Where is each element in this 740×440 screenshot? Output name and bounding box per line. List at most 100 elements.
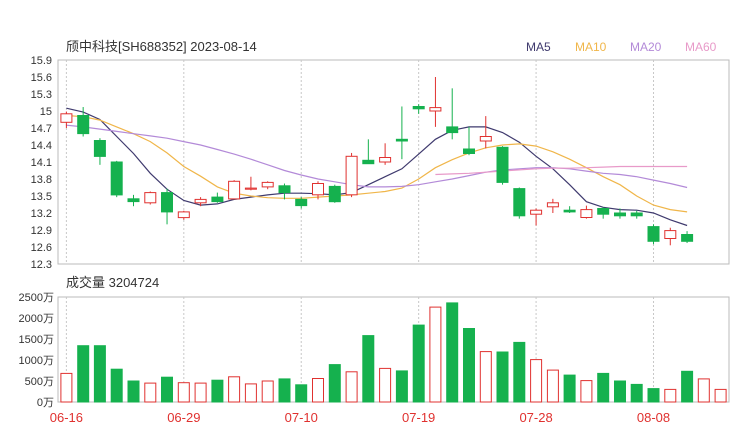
candle-body bbox=[278, 185, 291, 194]
volume-bar bbox=[463, 328, 475, 403]
ma20-line bbox=[66, 124, 688, 189]
price-tick-label: 12.9 bbox=[31, 225, 52, 237]
legend-ma60: MA60 bbox=[685, 40, 717, 54]
candle bbox=[496, 146, 509, 185]
candle bbox=[362, 139, 375, 165]
volume-bar bbox=[228, 376, 241, 403]
stock-chart: 颀中科技[SH688352] 2023-08-14 MA5 MA10 MA20 MA6… bbox=[19, 39, 730, 425]
volume-bar bbox=[362, 335, 375, 403]
price-tick-label: 13.5 bbox=[31, 191, 52, 203]
candle bbox=[110, 160, 123, 198]
price-tick-label: 15.9 bbox=[31, 55, 52, 67]
volume-tick-label: 500万 bbox=[25, 376, 54, 388]
candle-body bbox=[463, 148, 475, 154]
volume-bar bbox=[630, 383, 643, 403]
volume-bar bbox=[194, 382, 207, 403]
volume-bar bbox=[261, 380, 274, 403]
candle-body bbox=[328, 185, 341, 203]
candle bbox=[395, 106, 408, 160]
volume-label: 成交量 3204724 bbox=[66, 275, 159, 290]
volume-bar bbox=[379, 367, 392, 403]
price-tick-label: 12.3 bbox=[31, 259, 52, 271]
candle-body bbox=[446, 126, 459, 134]
candle-body bbox=[362, 159, 375, 165]
candle bbox=[580, 205, 593, 219]
volume-bar bbox=[312, 378, 324, 403]
ma-legend: MA5 MA10 MA20 MA60 bbox=[526, 40, 717, 54]
volume-panel: 2500万 2000万 1500万 1000万 500万 0万 bbox=[19, 292, 730, 409]
candle bbox=[664, 227, 677, 246]
legend-ma5: MA5 bbox=[526, 40, 551, 54]
volume-tick-label: 2500万 bbox=[19, 292, 54, 304]
candle-body bbox=[496, 146, 509, 183]
candle-body bbox=[664, 230, 677, 240]
volume-bar bbox=[93, 345, 106, 403]
candle bbox=[546, 198, 559, 213]
date-tick-label: 07-10 bbox=[285, 410, 318, 425]
candle-body bbox=[479, 136, 492, 142]
candle-body bbox=[261, 181, 274, 188]
volume-bar bbox=[60, 372, 73, 403]
candle-body bbox=[144, 192, 157, 204]
volume-frame bbox=[57, 296, 730, 403]
price-tick-label: 14.7 bbox=[31, 123, 52, 135]
candle bbox=[278, 183, 291, 200]
volume-tick-label: 2000万 bbox=[19, 313, 54, 325]
volume-bar bbox=[697, 378, 710, 403]
candle bbox=[345, 152, 358, 198]
candle bbox=[244, 176, 257, 191]
price-tick-label: 15 bbox=[40, 106, 52, 118]
volume-bar bbox=[647, 388, 660, 403]
candle-body bbox=[194, 198, 207, 204]
candle-body bbox=[563, 209, 576, 213]
candle-body bbox=[630, 212, 643, 217]
volume-bar bbox=[580, 380, 593, 403]
volume-bar bbox=[664, 388, 677, 403]
candle-body bbox=[295, 198, 308, 207]
volume-bar bbox=[614, 380, 626, 403]
price-tick-label: 14.1 bbox=[31, 157, 52, 169]
candle bbox=[446, 88, 459, 140]
candle bbox=[261, 181, 274, 190]
candle bbox=[228, 180, 241, 200]
volume-bar bbox=[446, 302, 459, 403]
volume-bar bbox=[161, 376, 173, 403]
volume-bar bbox=[211, 379, 224, 403]
candle bbox=[530, 208, 543, 226]
volume-bar bbox=[328, 364, 341, 403]
candle-body bbox=[681, 234, 694, 242]
price-tick-label: 12.6 bbox=[31, 242, 52, 254]
volume-bar bbox=[546, 369, 559, 403]
candle-body bbox=[597, 208, 610, 215]
date-tick-label: 08-08 bbox=[637, 410, 670, 425]
candle-body bbox=[312, 183, 324, 196]
candle-body bbox=[60, 113, 73, 123]
volume-bar bbox=[395, 370, 408, 403]
candle-body bbox=[228, 180, 241, 200]
volume-bar bbox=[597, 372, 610, 403]
candle-body bbox=[580, 209, 593, 219]
candle bbox=[563, 206, 576, 213]
candle-body bbox=[127, 198, 140, 203]
candle bbox=[144, 191, 157, 205]
candle-body bbox=[429, 107, 442, 112]
date-tick-label: 07-19 bbox=[402, 410, 435, 425]
price-tick-label: 13.2 bbox=[31, 208, 52, 220]
price-tick-label: 15.6 bbox=[31, 72, 52, 84]
volume-bar bbox=[513, 341, 526, 403]
volume-bar bbox=[177, 382, 190, 403]
candle bbox=[429, 77, 442, 127]
candle-body bbox=[77, 115, 90, 135]
volume-bar bbox=[127, 380, 140, 403]
price-tick-label: 14.4 bbox=[31, 140, 52, 152]
volume-bar bbox=[429, 306, 442, 403]
date-tick-label: 07-28 bbox=[519, 410, 552, 425]
candle-body bbox=[93, 140, 106, 157]
candle bbox=[647, 224, 660, 245]
candle bbox=[630, 210, 643, 219]
volume-tick-label: 0万 bbox=[37, 397, 54, 409]
candle bbox=[412, 104, 425, 114]
legend-ma10: MA10 bbox=[575, 40, 607, 54]
candle bbox=[127, 194, 140, 207]
volume-bar bbox=[77, 345, 90, 403]
